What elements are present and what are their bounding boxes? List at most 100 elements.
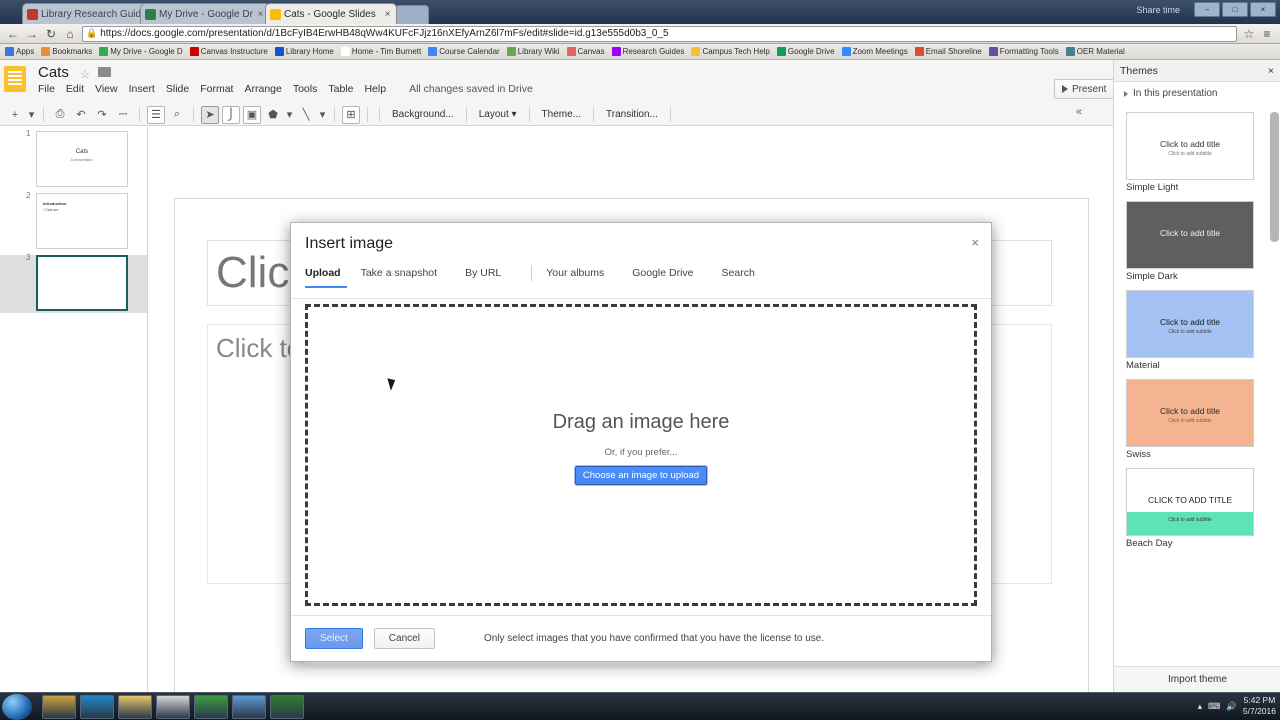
- menu-edit[interactable]: Edit: [66, 83, 84, 95]
- select-button[interactable]: Select: [305, 628, 363, 649]
- new-slide-button[interactable]: +: [6, 106, 24, 124]
- dialog-tab-byurl[interactable]: By URL: [465, 265, 515, 286]
- redo-button[interactable]: ↷: [93, 106, 111, 124]
- dialog-tab-upload[interactable]: Upload: [305, 265, 347, 288]
- shape-tool-button[interactable]: ⬟: [264, 106, 282, 124]
- minimize-button[interactable]: –: [1194, 2, 1220, 17]
- layout-grid-button[interactable]: ⊞: [342, 105, 360, 124]
- taskbar-clock[interactable]: 5:42 PM 5/7/2016: [1243, 695, 1276, 717]
- forward-icon[interactable]: →: [25, 27, 39, 41]
- menu-view[interactable]: View: [95, 83, 118, 95]
- menu-tools[interactable]: Tools: [293, 83, 318, 95]
- slide-thumbnail[interactable]: Introduction ▪ Cats are: [36, 193, 128, 249]
- bookmark-item[interactable]: Course Calendar: [428, 47, 500, 56]
- home-icon[interactable]: ⌂: [63, 27, 77, 41]
- filmstrip-slide-1[interactable]: 1 Cats A presentation: [0, 129, 147, 189]
- bookmark-item[interactable]: Research Guides: [611, 47, 684, 56]
- theme-card-simple-light[interactable]: Click to add title Click to add subtitle: [1126, 112, 1254, 180]
- line-dropdown[interactable]: ▾: [318, 106, 327, 124]
- close-window-button[interactable]: ×: [1250, 2, 1276, 17]
- new-tab-button[interactable]: [395, 5, 429, 24]
- reload-icon[interactable]: ↻: [44, 27, 58, 41]
- theme-card-material[interactable]: Click to add title Click to add subtitle: [1126, 290, 1254, 358]
- line-tool-button[interactable]: ╲: [297, 106, 315, 124]
- taskbar-item-snipping[interactable]: [232, 695, 266, 719]
- bookmark-item[interactable]: Apps: [5, 47, 34, 56]
- filmstrip-slide-3[interactable]: 3: [0, 253, 147, 313]
- dialog-tab-googledrive[interactable]: Google Drive: [632, 265, 707, 286]
- bookmark-item[interactable]: Library Wiki: [506, 47, 560, 56]
- bookmark-item[interactable]: Campus Tech Help: [691, 47, 770, 56]
- menu-arrange[interactable]: Arrange: [244, 83, 281, 95]
- choose-image-button[interactable]: Choose an image to upload: [573, 465, 709, 486]
- toolbar-theme-button[interactable]: Theme...: [537, 106, 586, 124]
- paint-format-button[interactable]: ⎓: [114, 106, 132, 124]
- themes-section-label[interactable]: In this presentation: [1114, 82, 1280, 102]
- insert-image-button[interactable]: ▣: [243, 105, 261, 124]
- dialog-tab-takeasnapshot[interactable]: Take a snapshot: [361, 265, 451, 286]
- network-icon[interactable]: ⌨: [1208, 701, 1220, 712]
- browser-tab-2[interactable]: My Drive - Google Drive ×: [140, 3, 270, 24]
- toolbar-layout-button[interactable]: Layout ▾: [474, 106, 522, 124]
- bookmark-item[interactable]: Library Home: [274, 47, 334, 56]
- close-icon[interactable]: ×: [256, 9, 265, 20]
- volume-icon[interactable]: 🔊: [1226, 701, 1237, 712]
- menu-file[interactable]: File: [38, 83, 55, 95]
- bookmark-item[interactable]: Canvas: [566, 47, 605, 56]
- bookmark-item[interactable]: Bookmarks: [41, 47, 92, 56]
- theme-card-beach-day[interactable]: CLICK TO ADD TITLE Click to add subtitle: [1126, 468, 1254, 536]
- image-dropzone[interactable]: Drag an image here Or, if you prefer... …: [305, 304, 977, 606]
- address-bar[interactable]: 🔒 https://docs.google.com/presentation/d…: [82, 25, 1237, 42]
- dialog-tab-youralbums[interactable]: Your albums: [546, 265, 618, 286]
- maximize-button[interactable]: □: [1222, 2, 1248, 17]
- new-slide-dropdown[interactable]: ▾: [27, 106, 36, 124]
- zoom-button[interactable]: ⌕: [168, 106, 186, 124]
- menu-insert[interactable]: Insert: [129, 83, 155, 95]
- browser-tab-3-active[interactable]: Cats - Google Slides ×: [265, 3, 397, 24]
- bookmark-item[interactable]: OER Material: [1065, 47, 1125, 56]
- star-icon[interactable]: ☆: [80, 68, 90, 81]
- menu-help[interactable]: Help: [364, 83, 386, 95]
- taskbar-item-explorer[interactable]: [118, 695, 152, 719]
- theme-card-simple-dark[interactable]: Click to add title: [1126, 201, 1254, 269]
- taskbar-item-mail[interactable]: [42, 695, 76, 719]
- textbox-tool-button[interactable]: ⎭: [222, 105, 240, 124]
- theme-card-swiss[interactable]: Click to add title Click to add subtitle: [1126, 379, 1254, 447]
- bookmark-item[interactable]: My Drive - Google D: [99, 47, 183, 56]
- filmstrip-slide-2[interactable]: 2 Introduction ▪ Cats are: [0, 191, 147, 251]
- zoom-fit-button[interactable]: ☰: [147, 105, 165, 124]
- dialog-scrollbar[interactable]: [305, 662, 977, 667]
- collapse-toolbar-icon[interactable]: «: [1076, 106, 1082, 118]
- taskbar-item-ie[interactable]: [80, 695, 114, 719]
- select-tool-button[interactable]: ➤: [201, 105, 219, 124]
- close-icon[interactable]: ×: [383, 9, 392, 20]
- menu-table[interactable]: Table: [328, 83, 353, 95]
- themes-scrollbar[interactable]: [1270, 112, 1279, 242]
- toolbar-background-button[interactable]: Background...: [387, 106, 459, 124]
- page-title[interactable]: Cats: [38, 64, 69, 81]
- browser-menu-icon[interactable]: ≡: [1260, 27, 1274, 41]
- cancel-button[interactable]: Cancel: [373, 628, 435, 649]
- tray-expand-icon[interactable]: ▴: [1198, 701, 1202, 712]
- bookmark-item[interactable]: Email Shoreline: [914, 47, 982, 56]
- shape-dropdown[interactable]: ▾: [285, 106, 294, 124]
- bookmark-star-icon[interactable]: ☆: [1242, 27, 1256, 41]
- taskbar-item-media[interactable]: [156, 695, 190, 719]
- undo-button[interactable]: ↶: [72, 106, 90, 124]
- print-button[interactable]: ⎙: [51, 106, 69, 124]
- dialog-tab-search[interactable]: Search: [722, 265, 769, 286]
- bookmark-item[interactable]: Formatting Tools: [988, 47, 1059, 56]
- taskbar-item-chrome[interactable]: [194, 695, 228, 719]
- present-button[interactable]: Present: [1054, 79, 1115, 99]
- import-theme-button[interactable]: Import theme: [1114, 666, 1280, 692]
- slide-thumbnail[interactable]: Cats A presentation: [36, 131, 128, 187]
- slide-thumbnail[interactable]: [36, 255, 128, 311]
- back-icon[interactable]: ←: [6, 27, 20, 41]
- windows-start-orb[interactable]: [2, 694, 32, 720]
- bookmark-item[interactable]: Canvas Instructure: [189, 47, 268, 56]
- toolbar-transition-button[interactable]: Transition...: [601, 106, 663, 124]
- folder-icon[interactable]: [98, 67, 111, 77]
- slide-filmstrip[interactable]: 1 Cats A presentation 2 Introduction ▪ Cats a…: [0, 127, 148, 692]
- close-icon[interactable]: ×: [1268, 65, 1274, 77]
- bookmark-item[interactable]: Zoom Meetings: [841, 47, 908, 56]
